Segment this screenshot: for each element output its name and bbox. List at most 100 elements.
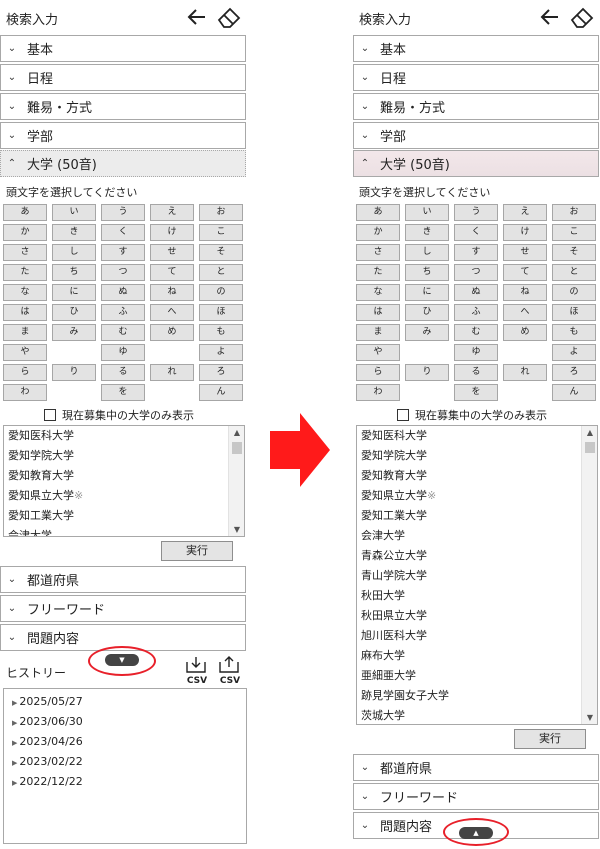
kana-button[interactable]: ね — [150, 284, 194, 301]
kana-button[interactable]: ろ — [199, 364, 243, 381]
kana-button[interactable]: も — [199, 324, 243, 341]
kana-button[interactable]: ゆ — [101, 344, 145, 361]
kana-button[interactable]: く — [101, 224, 145, 241]
kana-button[interactable]: せ — [150, 244, 194, 261]
kana-button[interactable]: ね — [503, 284, 547, 301]
kana-button[interactable]: は — [356, 304, 400, 321]
kana-button[interactable]: り — [405, 364, 449, 381]
section-basic[interactable]: ⌄ 基本 — [353, 35, 599, 62]
kana-button[interactable]: あ — [356, 204, 400, 221]
kana-button[interactable]: よ — [199, 344, 243, 361]
kana-button[interactable]: い — [405, 204, 449, 221]
kana-button[interactable]: な — [356, 284, 400, 301]
kana-button[interactable]: た — [3, 264, 47, 281]
kana-button[interactable]: れ — [503, 364, 547, 381]
kana-button[interactable]: ら — [3, 364, 47, 381]
kana-button[interactable]: へ — [150, 304, 194, 321]
kana-button[interactable]: め — [503, 324, 547, 341]
scroll-down-icon[interactable]: ▼ — [229, 525, 244, 534]
back-arrow-icon[interactable] — [184, 4, 210, 30]
kana-button[interactable]: ひ — [52, 304, 96, 321]
history-list[interactable]: ▶ 2025/05/27 ▶ 2023/06/30 ▶ 2023/04/26 ▶ 202… — [3, 688, 247, 844]
section-faculty[interactable]: ⌄ 学部 — [353, 122, 599, 149]
kana-button[interactable]: ほ — [552, 304, 596, 321]
history-item[interactable]: ▶ 2023/04/26 — [4, 732, 246, 752]
kana-button[interactable]: あ — [3, 204, 47, 221]
kana-button[interactable]: る — [101, 364, 145, 381]
section-difficulty[interactable]: ⌄ 難易・方式 — [0, 93, 246, 120]
university-item[interactable]: 愛知県立大学※ — [357, 486, 597, 506]
university-item[interactable]: 愛知医科大学 — [357, 426, 597, 446]
university-item[interactable]: 愛知学院大学 — [357, 446, 597, 466]
kana-button[interactable]: す — [454, 244, 498, 261]
section-faculty[interactable]: ⌄ 学部 — [0, 122, 246, 149]
section-freeword[interactable]: ⌄ フリーワード — [0, 595, 246, 622]
kana-button[interactable]: え — [150, 204, 194, 221]
university-item[interactable]: 亜細亜大学 — [357, 666, 597, 686]
scroll-up-icon[interactable]: ▲ — [229, 428, 244, 437]
kana-button[interactable]: ぬ — [101, 284, 145, 301]
kana-button[interactable]: に — [52, 284, 96, 301]
kana-button[interactable]: ん — [199, 384, 243, 401]
kana-button[interactable]: か — [356, 224, 400, 241]
kana-button[interactable]: さ — [356, 244, 400, 261]
csv-upload-icon[interactable]: CSV — [217, 656, 243, 686]
kana-button[interactable]: も — [552, 324, 596, 341]
university-item[interactable]: 麻布大学 — [357, 646, 597, 666]
kana-button[interactable]: ん — [552, 384, 596, 401]
kana-button[interactable]: こ — [552, 224, 596, 241]
kana-button[interactable]: さ — [3, 244, 47, 261]
back-arrow-icon[interactable] — [537, 4, 563, 30]
university-item[interactable]: 秋田大学 — [357, 586, 597, 606]
kana-button[interactable]: と — [199, 264, 243, 281]
checkbox[interactable] — [44, 409, 56, 421]
eraser-icon[interactable] — [569, 4, 595, 30]
kana-button[interactable]: し — [405, 244, 449, 261]
kana-button[interactable]: へ — [503, 304, 547, 321]
kana-button[interactable]: し — [52, 244, 96, 261]
kana-button[interactable]: を — [454, 384, 498, 401]
section-freeword[interactable]: ⌄ フリーワード — [353, 783, 599, 810]
kana-button[interactable]: ゆ — [454, 344, 498, 361]
university-item[interactable]: 会津大学 — [4, 526, 244, 536]
section-prefecture[interactable]: ⌄ 都道府県 — [353, 754, 599, 781]
scroll-down-icon[interactable]: ▼ — [582, 713, 597, 722]
section-prefecture[interactable]: ⌄ 都道府県 — [0, 566, 246, 593]
kana-button[interactable]: む — [454, 324, 498, 341]
kana-button[interactable]: に — [405, 284, 449, 301]
kana-button[interactable]: は — [3, 304, 47, 321]
kana-button[interactable]: り — [52, 364, 96, 381]
history-item[interactable]: ▶ 2023/02/22 — [4, 752, 246, 772]
kana-button[interactable]: と — [552, 264, 596, 281]
kana-button[interactable]: ぬ — [454, 284, 498, 301]
kana-button[interactable]: す — [101, 244, 145, 261]
history-item[interactable]: ▶ 2025/05/27 — [4, 692, 246, 712]
kana-button[interactable]: う — [101, 204, 145, 221]
kana-button[interactable]: み — [52, 324, 96, 341]
kana-button[interactable]: ふ — [454, 304, 498, 321]
kana-button[interactable]: れ — [150, 364, 194, 381]
kana-button[interactable]: の — [199, 284, 243, 301]
kana-button[interactable]: き — [52, 224, 96, 241]
kana-button[interactable]: て — [503, 264, 547, 281]
kana-button[interactable]: ち — [52, 264, 96, 281]
kana-button[interactable]: せ — [503, 244, 547, 261]
kana-button[interactable]: む — [101, 324, 145, 341]
section-difficulty[interactable]: ⌄ 難易・方式 — [353, 93, 599, 120]
kana-button[interactable]: つ — [454, 264, 498, 281]
kana-button[interactable]: ち — [405, 264, 449, 281]
university-item[interactable]: 旭川医科大学 — [357, 626, 597, 646]
scroll-thumb[interactable] — [232, 442, 242, 454]
checkbox[interactable] — [397, 409, 409, 421]
kana-button[interactable]: を — [101, 384, 145, 401]
recruiting-filter[interactable]: 現在募集中の大学のみ表示 — [397, 407, 547, 423]
kana-button[interactable]: お — [552, 204, 596, 221]
university-item[interactable]: 愛知学院大学 — [4, 446, 244, 466]
kana-button[interactable]: る — [454, 364, 498, 381]
kana-button[interactable]: そ — [199, 244, 243, 261]
kana-button[interactable]: ひ — [405, 304, 449, 321]
kana-button[interactable]: ふ — [101, 304, 145, 321]
kana-button[interactable]: わ — [3, 384, 47, 401]
history-item[interactable]: ▶ 2022/12/22 — [4, 772, 246, 792]
kana-button[interactable]: ほ — [199, 304, 243, 321]
